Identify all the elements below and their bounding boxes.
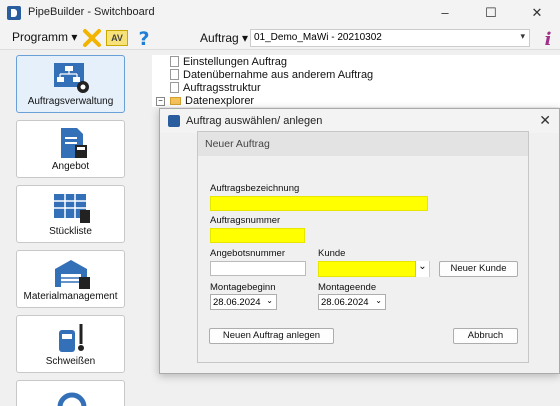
- auftragsnummer-label: Auftragsnummer: [210, 215, 281, 226]
- toolbar: Programm ▾ AV ? Auftrag ▾ 01_Demo_MaWi -…: [0, 26, 560, 50]
- montageende-label: Montageende: [318, 282, 377, 293]
- tree-item-datenexplorer[interactable]: − Datenexplorer: [156, 95, 255, 107]
- neuen-auftrag-anlegen-button[interactable]: Neuen Auftrag anlegen: [209, 328, 334, 344]
- org-chart-gear-icon: [54, 63, 89, 93]
- montagebeginn-datepicker[interactable]: 28.06.2024 ⌄: [210, 294, 277, 310]
- info-icon[interactable]: i: [538, 28, 558, 48]
- svg-text:?: ?: [138, 28, 149, 48]
- sidebar-item-materialmanagement[interactable]: Materialmanagement: [16, 250, 125, 308]
- auftrag-menu[interactable]: Auftrag ▾: [200, 31, 248, 45]
- sidebar: Auftragsverwaltung Angebot Stückliste Ma…: [0, 50, 140, 406]
- document-icon: [170, 56, 179, 67]
- tree-item-label: Einstellungen Auftrag: [183, 56, 287, 68]
- sidebar-item-more[interactable]: [16, 380, 125, 406]
- dialog-title: Auftrag auswählen/ anlegen: [186, 115, 323, 127]
- sidebar-item-label: Stückliste: [49, 226, 92, 237]
- panel-title: Neuer Auftrag: [205, 138, 270, 150]
- montageende-value: 28.06.2024: [321, 297, 369, 308]
- auftrag-select[interactable]: 01_Demo_MaWi - 20210302 ▾: [250, 29, 530, 47]
- document-calculator-icon: [61, 128, 87, 158]
- dialog-close-button[interactable]: ✕: [539, 112, 551, 129]
- sidebar-item-schweissen[interactable]: Schweißen: [16, 315, 125, 373]
- tree-item-datenuebernahme[interactable]: Datenübernahme aus anderem Auftrag: [170, 69, 373, 81]
- kunde-select[interactable]: ⌄: [318, 261, 430, 277]
- neuer-auftrag-panel: Neuer Auftrag Auftragsbezeichnung Auftra…: [197, 131, 529, 363]
- sidebar-item-label: Auftragsverwaltung: [27, 96, 114, 107]
- sidebar-item-auftragsverwaltung[interactable]: Auftragsverwaltung: [16, 55, 125, 113]
- sidebar-item-stueckliste[interactable]: Stückliste: [16, 185, 125, 243]
- montagebeginn-value: 28.06.2024: [213, 297, 261, 308]
- app-logo-icon: [168, 115, 180, 127]
- tree-item-auftragsstruktur[interactable]: Auftragsstruktur: [170, 82, 261, 94]
- warehouse-icon: [55, 260, 90, 289]
- tree-item-label: Datenexplorer: [185, 95, 255, 107]
- chevron-down-icon: ⌄: [266, 296, 273, 305]
- collapse-toggle[interactable]: −: [156, 97, 165, 106]
- app-logo-icon: [7, 6, 21, 20]
- document-icon: [170, 82, 179, 93]
- neuer-kunde-button[interactable]: Neuer Kunde: [439, 261, 518, 277]
- sidebar-item-label: Angebot: [51, 161, 90, 172]
- dialog-titlebar: Auftrag auswählen/ anlegen ✕: [160, 109, 559, 133]
- sidebar-item-label: Schweißen: [45, 356, 96, 367]
- abbruch-button[interactable]: Abbruch: [453, 328, 518, 344]
- auftragsbezeichnung-field[interactable]: [210, 196, 428, 211]
- window-title: PipeBuilder - Switchboard: [28, 6, 155, 18]
- kunde-label: Kunde: [318, 248, 346, 259]
- close-button[interactable]: ✕: [514, 0, 560, 26]
- document-icon: [170, 69, 179, 80]
- chevron-down-icon: ⌄: [375, 296, 382, 305]
- svg-text:i: i: [545, 29, 552, 48]
- programm-menu[interactable]: Programm ▾: [12, 30, 77, 44]
- folder-icon: [170, 97, 181, 105]
- window-titlebar: PipeBuilder - Switchboard – ☐ ✕: [0, 0, 560, 26]
- chevron-down-icon: ⌄: [415, 261, 429, 277]
- auftragsbezeichnung-label: Auftragsbezeichnung: [210, 183, 300, 194]
- tree-item-label: Auftragsstruktur: [183, 82, 261, 94]
- chevron-down-icon: ▾: [520, 31, 525, 41]
- minimize-button[interactable]: –: [422, 0, 468, 26]
- delete-icon[interactable]: [82, 28, 102, 48]
- table-list-icon: [54, 194, 90, 223]
- maximize-button[interactable]: ☐: [468, 0, 514, 26]
- montagebeginn-label: Montagebeginn: [210, 282, 276, 293]
- tree-item-einstellungen[interactable]: Einstellungen Auftrag: [170, 56, 287, 68]
- angebotsnummer-label: Angebotsnummer: [210, 248, 285, 259]
- navigation-tree: Einstellungen Auftrag Datenübernahme aus…: [152, 55, 560, 107]
- welding-icon: [59, 324, 84, 352]
- sidebar-item-label: Materialmanagement: [23, 291, 118, 302]
- sidebar-item-angebot[interactable]: Angebot: [16, 120, 125, 178]
- help-icon[interactable]: ?: [134, 28, 154, 48]
- auftrag-select-value: 01_Demo_MaWi - 20210302: [254, 32, 382, 43]
- panel-title-bar: Neuer Auftrag: [198, 132, 528, 156]
- angebotsnummer-field[interactable]: [210, 261, 306, 276]
- ring-icon: [57, 392, 87, 406]
- tree-item-label: Datenübernahme aus anderem Auftrag: [183, 69, 374, 81]
- montageende-datepicker[interactable]: 28.06.2024 ⌄: [318, 294, 386, 310]
- auftragsnummer-field[interactable]: [210, 228, 305, 243]
- av-button[interactable]: AV: [106, 30, 128, 46]
